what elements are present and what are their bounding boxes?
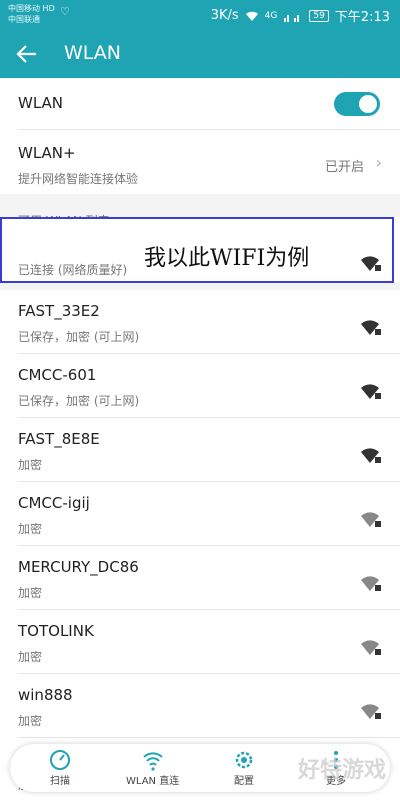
wlan-switch[interactable] xyxy=(334,92,380,116)
wlan-direct-icon xyxy=(142,752,163,771)
wifi-locked-icon xyxy=(361,704,381,719)
wlan-toggle-label: WLAN xyxy=(18,94,64,112)
network-status: 加密 xyxy=(18,458,43,472)
wifi-locked-icon xyxy=(361,576,381,591)
carrier-1: 中国移动 xyxy=(8,4,40,13)
wlan-plus-subtitle: 提升网络智能连接体验 xyxy=(18,172,139,186)
watermark: 好特游戏 xyxy=(297,758,386,783)
network-row[interactable]: CMCC-igij 加密 xyxy=(0,482,400,546)
hd-badge: HD xyxy=(42,4,55,13)
wifi-locked-icon xyxy=(361,640,381,655)
signal-icon xyxy=(284,14,300,22)
network-status: 加密 xyxy=(18,714,43,728)
network-row[interactable]: win888 加密 xyxy=(0,674,400,738)
network-row[interactable]: FAST_33E2 已保存，加密 (可上网) xyxy=(0,290,400,354)
wlan-toggle-row[interactable]: WLAN xyxy=(0,78,400,130)
wlan-direct-label: WLAN 直连 xyxy=(126,776,180,787)
wifi-status-icon xyxy=(245,11,258,21)
wlan-plus-value: 已开启 xyxy=(324,160,364,175)
wifi-locked-icon xyxy=(361,512,381,527)
app-bar: WLAN xyxy=(0,30,400,78)
network-name: TOTOLINK xyxy=(18,622,94,640)
network-status: 已保存，加密 (可上网) xyxy=(18,330,140,344)
network-name: win888 xyxy=(18,686,73,704)
network-row[interactable]: FAST_8E8E 加密 xyxy=(0,418,400,482)
back-arrow-icon[interactable] xyxy=(14,41,40,67)
config-label: 配置 xyxy=(234,776,254,787)
scan-icon xyxy=(50,750,70,770)
network-status: 加密 xyxy=(18,522,43,536)
network-name: CMCC-601 xyxy=(18,366,97,384)
switch-knob xyxy=(359,95,377,113)
network-status: 已保存，加密 (可上网) xyxy=(18,394,140,408)
wifi-locked-icon xyxy=(361,384,381,399)
gear-icon xyxy=(235,751,253,769)
battery-icon: 59 xyxy=(309,9,329,22)
heart-icon: ♡ xyxy=(60,5,70,18)
status-right: 3K/s 4G 59 下午2:13 xyxy=(211,6,390,25)
network-name: MERCURY_DC86 xyxy=(18,558,139,576)
network-status: 加密 xyxy=(18,650,43,664)
network-row[interactable]: TOTOLINK 加密 xyxy=(0,610,400,674)
network-status: 加密 xyxy=(18,586,43,600)
wifi-locked-icon xyxy=(361,320,381,335)
carrier-info: 中国移动 HD 中国联通 xyxy=(8,3,55,25)
page-title: WLAN xyxy=(64,42,122,64)
wlan-plus-label: WLAN+ xyxy=(18,144,76,162)
config-button[interactable]: 配置 xyxy=(232,748,256,787)
wifi-locked-icon xyxy=(361,448,381,463)
wlan-plus-row[interactable]: WLAN+ 提升网络智能连接体验 已开启 › xyxy=(0,130,400,194)
carrier-2: 中国联通 xyxy=(8,15,40,24)
network-name: FAST_33E2 xyxy=(18,302,100,320)
scan-label: 扫描 xyxy=(50,776,70,787)
network-speed: 3K/s xyxy=(210,8,239,23)
scan-button[interactable]: 扫描 xyxy=(48,748,72,787)
wlan-direct-button[interactable]: WLAN 直连 xyxy=(126,748,179,787)
chevron-right-icon: › xyxy=(375,153,382,172)
network-row[interactable]: MERCURY_DC86 加密 xyxy=(0,546,400,610)
network-name: FAST_8E8E xyxy=(18,430,100,448)
signal-4g: 4G xyxy=(264,10,278,21)
network-name: CMCC-igij xyxy=(18,494,90,512)
network-row[interactable]: CMCC-601 已保存，加密 (可上网) xyxy=(0,354,400,418)
annotation-text: 我以此WIFI为例 xyxy=(144,246,310,271)
clock: 下午2:13 xyxy=(334,10,390,25)
status-bar: 中国移动 HD 中国联通 ♡ 3K/s 4G 59 下午2:13 xyxy=(0,0,400,30)
